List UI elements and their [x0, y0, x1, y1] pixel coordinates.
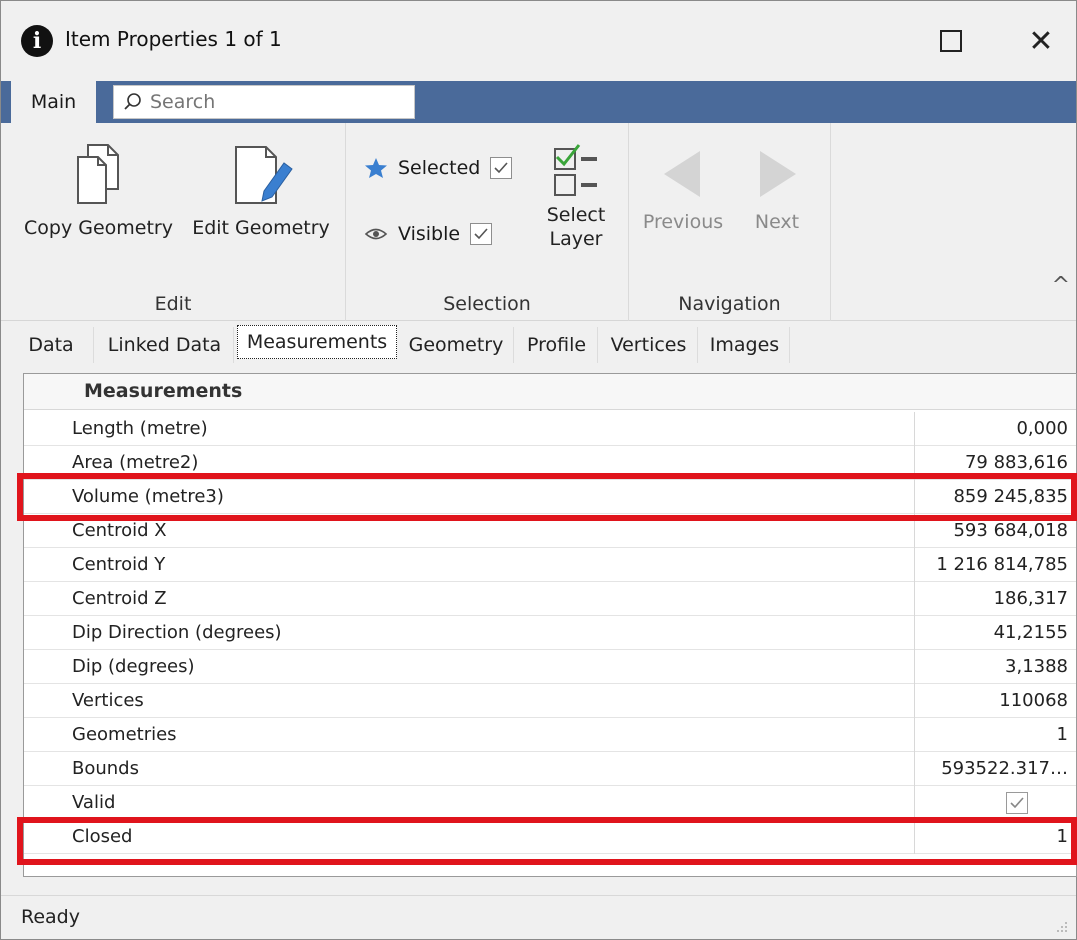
checkmark-icon — [494, 162, 508, 174]
close-button[interactable]: ✕ — [1011, 19, 1071, 63]
selection-group: Selected Visible Select Layer Selection — [346, 123, 629, 321]
highlight-volume-row — [17, 473, 1077, 521]
property-name: Length (metre) — [72, 418, 208, 439]
next-button[interactable]: Next — [737, 149, 817, 233]
edit-geometry-button[interactable]: Edit Geometry — [186, 143, 336, 239]
checkmark-icon — [474, 228, 488, 240]
ribbon-tab-main[interactable]: Main — [11, 81, 96, 123]
property-value: 0,000 — [914, 412, 1076, 446]
navigation-group: Previous Next Navigation — [629, 123, 831, 321]
next-label: Next — [754, 211, 800, 233]
checkmark-icon — [1010, 797, 1024, 809]
edit-group-label: Edit — [154, 293, 192, 315]
property-name: Bounds — [72, 758, 139, 779]
highlight-closed-row — [17, 817, 1077, 865]
copy-geometry-icon — [76, 144, 119, 204]
edit-geometry-label: Edit Geometry — [192, 217, 330, 239]
property-value: 1 — [914, 718, 1076, 752]
maximize-button[interactable] — [921, 19, 981, 63]
valid-checkbox[interactable] — [1006, 792, 1028, 814]
page-tabs: Data Linked Data Measurements Geometry P… — [1, 323, 1076, 363]
previous-label: Previous — [642, 211, 724, 233]
table-row[interactable]: Dip Direction (degrees) 41,2155 — [24, 616, 1076, 650]
select-layer-button[interactable]: Select Layer — [534, 143, 618, 251]
collapse-ribbon-icon[interactable]: ^ — [1052, 273, 1070, 298]
table-row[interactable]: Bounds 593522.317… — [24, 752, 1076, 786]
tab-linked-data[interactable]: Linked Data — [96, 327, 234, 363]
copy-geometry-label: Copy Geometry — [24, 217, 173, 239]
selection-group-label: Selection — [443, 293, 531, 315]
select-layer-label-line1: Select — [546, 204, 606, 226]
item-properties-window: i Item Properties 1 of 1 ✕ Main Search C… — [0, 0, 1077, 940]
tab-measurements[interactable]: Measurements — [237, 325, 397, 359]
property-name: Area (metre2) — [72, 452, 199, 473]
property-value — [914, 786, 1076, 820]
property-name: Dip (degrees) — [72, 656, 195, 677]
property-name: Geometries — [72, 724, 177, 745]
window-title: Item Properties 1 of 1 — [65, 27, 282, 51]
table-row[interactable]: Length (metre) 0,000 — [24, 412, 1076, 446]
edit-group: Copy Geometry Edit Geometry Edit — [1, 123, 346, 321]
property-name: Centroid Z — [72, 588, 167, 609]
selected-checkbox[interactable] — [490, 157, 513, 179]
title-bar: i Item Properties 1 of 1 ✕ — [1, 1, 1076, 81]
tab-geometry[interactable]: Geometry — [399, 327, 514, 363]
arrow-left-icon — [664, 151, 700, 197]
property-value: 3,1388 — [914, 650, 1076, 684]
select-layer-label-line2: Layer — [549, 228, 603, 250]
tab-data[interactable]: Data — [9, 327, 94, 363]
property-name: Dip Direction (degrees) — [72, 622, 282, 643]
arrow-right-icon — [760, 151, 796, 197]
property-value: 110068 — [914, 684, 1076, 718]
status-text: Ready — [21, 906, 80, 928]
select-layer-icon — [554, 144, 597, 196]
navigation-group-label: Navigation — [678, 293, 781, 315]
property-value: 593522.317… — [914, 752, 1076, 786]
property-value: 186,317 — [914, 582, 1076, 616]
selected-label: Selected — [398, 157, 481, 179]
tab-profile[interactable]: Profile — [516, 327, 598, 363]
property-name: Centroid Y — [72, 554, 166, 575]
ribbon: Copy Geometry Edit Geometry Edit Selecte… — [1, 123, 1076, 321]
property-name: Vertices — [72, 690, 144, 711]
grid-category-header: Measurements — [24, 374, 1076, 410]
tab-vertices[interactable]: Vertices — [600, 327, 698, 363]
table-row[interactable]: Centroid Y 1 216 814,785 — [24, 548, 1076, 582]
table-row[interactable]: Dip (degrees) 3,1388 — [24, 650, 1076, 684]
edit-geometry-icon — [235, 146, 293, 204]
visible-checkbox[interactable] — [470, 223, 493, 245]
eye-icon — [364, 228, 388, 240]
property-value: 1 216 814,785 — [914, 548, 1076, 582]
close-icon: ✕ — [1028, 23, 1054, 59]
visible-label: Visible — [398, 223, 461, 245]
measurements-grid: Measurements Length (metre) 0,000 Area (… — [23, 373, 1077, 877]
star-icon — [365, 158, 387, 178]
table-row[interactable]: Valid — [24, 786, 1076, 820]
select-layer-label: Select Layer — [534, 203, 618, 251]
selected-toggle[interactable]: Selected — [364, 157, 513, 179]
grid-header-title: Measurements — [84, 380, 243, 402]
search-icon — [124, 93, 141, 110]
copy-geometry-button[interactable]: Copy Geometry — [21, 143, 176, 239]
previous-button[interactable]: Previous — [639, 149, 727, 233]
status-bar: Ready — [1, 895, 1076, 939]
table-row[interactable]: Centroid Z 186,317 — [24, 582, 1076, 616]
ribbon-tab-strip: Main — [1, 81, 1076, 123]
search-input[interactable] — [150, 91, 400, 113]
property-name: Valid — [72, 792, 116, 813]
search-box[interactable] — [113, 85, 415, 119]
resize-grip-icon[interactable] — [1054, 919, 1068, 933]
maximize-icon — [940, 30, 962, 52]
table-row[interactable]: Vertices 110068 — [24, 684, 1076, 718]
visible-toggle[interactable]: Visible — [364, 223, 493, 245]
table-row[interactable]: Geometries 1 — [24, 718, 1076, 752]
info-icon: i — [21, 25, 53, 57]
property-value: 41,2155 — [914, 616, 1076, 650]
tab-images[interactable]: Images — [700, 327, 790, 363]
property-name: Centroid X — [72, 520, 167, 541]
